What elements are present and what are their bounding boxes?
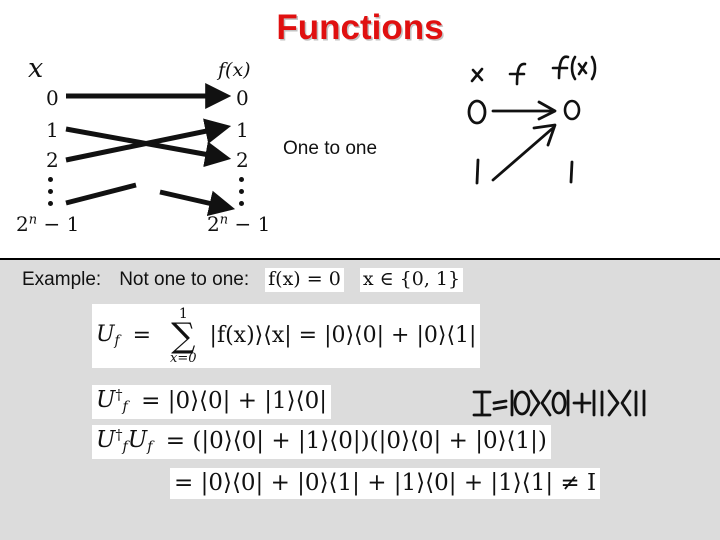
handwriting-codomain-0 [563,99,581,121]
arrow-to-last [159,189,236,217]
formula-2-lhs-u: U [96,387,116,413]
formula-2-lhs: U†f [96,387,128,416]
formula-3-lhs-dagger: U†f [96,427,128,456]
formula-line-1: Uf = 1 ∑ x=0 |f(x)⟩⟨x| = |0⟩⟨0| + |0⟩⟨1| [92,304,481,369]
formula-2-dagger: † [115,387,123,404]
handwriting-domain-1 [475,158,480,185]
formula-4-body: = |0⟩⟨0| + |0⟩⟨1| + |1⟩⟨0| + |1⟩⟨1| ≠ I [174,470,597,496]
summation-operator: 1 ∑ x=0 [170,307,197,365]
handwriting-arrow-0-to-0 [491,100,557,121]
page-title: Functions [276,8,444,47]
handwriting-header-f [508,62,527,86]
example-equation: f(x) = 0 [265,268,344,292]
formula-line-2: U†f = |0⟩⟨0| + |1⟩⟨0| [92,385,332,419]
handwriting-codomain-1 [569,160,574,184]
example-line: Example: Not one to one: f(x) = 0 x ∈ {0… [22,268,464,292]
formula-1-body: |f(x)⟩⟨x| = |0⟩⟨0| + |0⟩⟨1| [209,323,477,349]
example-label: Example: [22,269,102,290]
one-to-one-label: One to one [283,138,378,159]
formula-3-u: U [127,427,148,453]
formula-3-u-dagger: U [96,427,116,453]
content-panel: Example: Not one to one: f(x) = 0 x ∈ {0… [0,258,720,540]
handwriting-domain-0 [467,99,487,125]
handwriting-header-fx [551,55,597,81]
example-domain-set: x ∈ {0, 1} [359,268,464,292]
not-one-to-one-label: Not one to one: [119,269,250,290]
formula-3-body: = (|0⟩⟨0| + |1⟩⟨0|)(|0⟩⟨0| + |0⟩⟨1|) [165,427,547,454]
summation-sigma: ∑ [171,316,196,356]
formula-1-lhs-sub: f [114,333,120,350]
formula-1-lhs-u: U [96,322,115,348]
summation-lower-limit: x=0 [170,351,197,367]
handwritten-identity-annotation [472,389,646,417]
slide-canvas: Functions x f(x) 0 1 2 0 1 2 2n − 1 2n −… [0,0,720,540]
formula-3-lhs-u: Uf [127,427,153,456]
formula-1-equals: = [132,323,152,349]
formula-3-dagger: † [115,427,123,444]
formula-3-sub-b: f [147,438,153,455]
arrow-partial-left [65,182,137,206]
handwriting-arrow-1-to-0 [491,123,557,182]
handwriting-header-x [470,67,484,83]
formula-1-lhs: Uf [96,323,120,349]
formula-line-3: U†fUf = (|0⟩⟨0| + |1⟩⟨0|)(|0⟩⟨0| + |0⟩⟨1… [92,425,551,459]
formula-2-body: = |0⟩⟨0| + |1⟩⟨0| [141,387,328,414]
formula-2-lhs-sub: f [122,398,128,415]
formula-line-4: = |0⟩⟨0| + |0⟩⟨1| + |1⟩⟨0| + |1⟩⟨1| ≠ I [170,468,601,500]
handwritten-mapping-annotation [467,55,597,185]
function-mapping-diagram: x f(x) 0 1 2 0 1 2 2n − 1 2n − 1 [8,53,308,245]
mapping-arrows [65,83,236,217]
